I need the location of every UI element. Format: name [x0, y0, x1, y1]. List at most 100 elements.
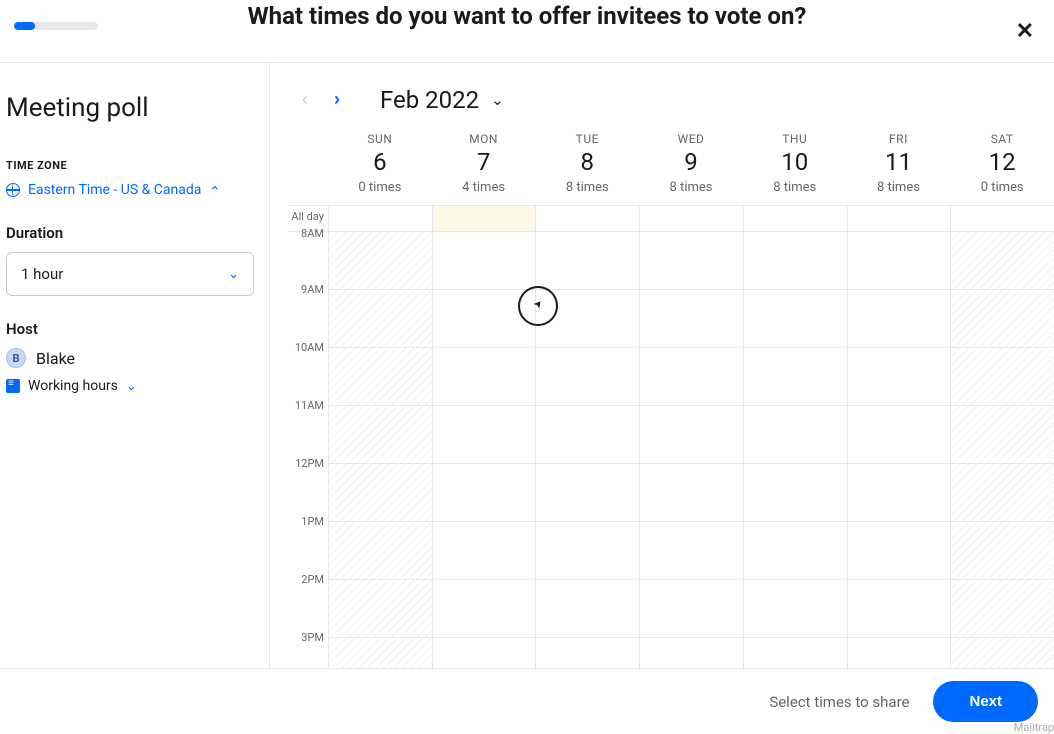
hour-cell[interactable]: [640, 290, 743, 348]
hour-cell[interactable]: [951, 580, 1054, 638]
allday-cell[interactable]: [640, 206, 743, 232]
hour-cell[interactable]: [433, 580, 536, 638]
hour-cell[interactable]: [848, 232, 951, 290]
hour-cell[interactable]: [536, 348, 639, 406]
globe-icon: [6, 183, 20, 197]
day-column-tue[interactable]: [535, 206, 639, 668]
hour-cell[interactable]: [433, 348, 536, 406]
hour-cell[interactable]: [329, 580, 432, 638]
sidebar: Meeting poll TIME ZONE Eastern Time - US…: [0, 63, 270, 668]
hour-cell[interactable]: [536, 232, 639, 290]
allday-cell[interactable]: [433, 206, 536, 232]
close-button[interactable]: ✕: [1016, 18, 1034, 44]
hour-cell[interactable]: [433, 406, 536, 464]
day-header-row: SUN60 timesMON74 timesTUE88 timesWED98 t…: [288, 132, 1054, 205]
hour-cell[interactable]: [951, 638, 1054, 668]
time-label: 12PM: [288, 457, 328, 515]
hour-cell[interactable]: [744, 406, 847, 464]
hour-cell[interactable]: [744, 522, 847, 580]
timezone-selector[interactable]: Eastern Time - US & Canada ⌄: [6, 182, 263, 198]
hour-cell[interactable]: [951, 290, 1054, 348]
hour-cell[interactable]: [848, 290, 951, 348]
hour-cell[interactable]: [640, 348, 743, 406]
day-times-count: 0 times: [950, 180, 1054, 195]
next-week-button[interactable]: ›: [330, 85, 344, 114]
allday-cell[interactable]: [329, 206, 432, 232]
day-of-week: FRI: [847, 132, 951, 146]
hour-cell[interactable]: [744, 464, 847, 522]
day-of-week: SUN: [328, 132, 432, 146]
day-column-sun[interactable]: [328, 206, 432, 668]
hour-cell[interactable]: [433, 290, 536, 348]
hour-cell[interactable]: [433, 638, 536, 668]
header: What times do you want to offer invitees…: [0, 0, 1054, 62]
hour-cell[interactable]: [951, 232, 1054, 290]
day-column-fri[interactable]: [847, 206, 951, 668]
hour-cell[interactable]: [329, 464, 432, 522]
hour-cell[interactable]: [536, 638, 639, 668]
days-grid[interactable]: [328, 206, 1054, 668]
hour-cell[interactable]: [744, 232, 847, 290]
hour-cell[interactable]: [744, 348, 847, 406]
hour-cell[interactable]: [640, 580, 743, 638]
hour-cell[interactable]: [951, 522, 1054, 580]
hour-cell[interactable]: [848, 348, 951, 406]
hour-cell[interactable]: [848, 580, 951, 638]
allday-cell[interactable]: [536, 206, 639, 232]
time-label: 11AM: [288, 399, 328, 457]
duration-select[interactable]: 1 hour ⌄: [6, 252, 254, 296]
hour-cell[interactable]: [329, 348, 432, 406]
hour-cell[interactable]: [848, 638, 951, 668]
hour-cell[interactable]: [433, 464, 536, 522]
hour-cell[interactable]: [640, 232, 743, 290]
hour-cell[interactable]: [951, 406, 1054, 464]
hour-cell[interactable]: [536, 464, 639, 522]
time-label: 10AM: [288, 341, 328, 399]
hour-cell[interactable]: [951, 348, 1054, 406]
duration-value: 1 hour: [21, 265, 63, 283]
hour-cell[interactable]: [848, 522, 951, 580]
time-label: 9AM: [288, 283, 328, 341]
hour-cell[interactable]: [329, 638, 432, 668]
hour-cell[interactable]: [744, 638, 847, 668]
host-name: Blake: [36, 349, 75, 368]
timezone-value: Eastern Time - US & Canada: [28, 182, 201, 198]
hour-cell[interactable]: [536, 580, 639, 638]
day-column-thu[interactable]: [743, 206, 847, 668]
day-column-sat[interactable]: [950, 206, 1054, 668]
hour-cell[interactable]: [536, 522, 639, 580]
hour-cell[interactable]: [640, 638, 743, 668]
hour-cell[interactable]: [640, 522, 743, 580]
hour-cell[interactable]: [640, 406, 743, 464]
hour-cell[interactable]: [433, 232, 536, 290]
allday-cell[interactable]: [951, 206, 1054, 232]
hour-cell[interactable]: [744, 290, 847, 348]
hour-cell[interactable]: [329, 406, 432, 464]
hour-cell[interactable]: [433, 522, 536, 580]
hour-cell[interactable]: [329, 522, 432, 580]
hour-cell[interactable]: [951, 464, 1054, 522]
calendar-icon: [6, 379, 20, 393]
chevron-left-icon: ‹: [302, 89, 308, 109]
prev-week-button[interactable]: ‹: [298, 85, 312, 114]
hour-cell[interactable]: [536, 406, 639, 464]
working-hours-selector[interactable]: Working hours ⌄: [6, 378, 263, 394]
allday-cell[interactable]: [848, 206, 951, 232]
month-picker[interactable]: Feb 2022 ⌄: [380, 86, 504, 114]
hour-cell[interactable]: [329, 290, 432, 348]
day-of-week: TUE: [535, 132, 639, 146]
day-column-wed[interactable]: [639, 206, 743, 668]
hour-cell[interactable]: [744, 580, 847, 638]
hour-cell[interactable]: [848, 464, 951, 522]
day-column-mon[interactable]: [432, 206, 536, 668]
day-number: 8: [535, 148, 639, 176]
chevron-right-icon: ›: [334, 89, 340, 109]
hour-cell[interactable]: [329, 232, 432, 290]
footer: Select times to share Next Mailtrap: [0, 668, 1054, 734]
chevron-down-icon: ⌄: [126, 379, 137, 394]
hour-cell[interactable]: [848, 406, 951, 464]
allday-cell[interactable]: [744, 206, 847, 232]
hour-cell[interactable]: [536, 290, 639, 348]
hour-cell[interactable]: [640, 464, 743, 522]
next-button[interactable]: Next: [933, 681, 1038, 722]
